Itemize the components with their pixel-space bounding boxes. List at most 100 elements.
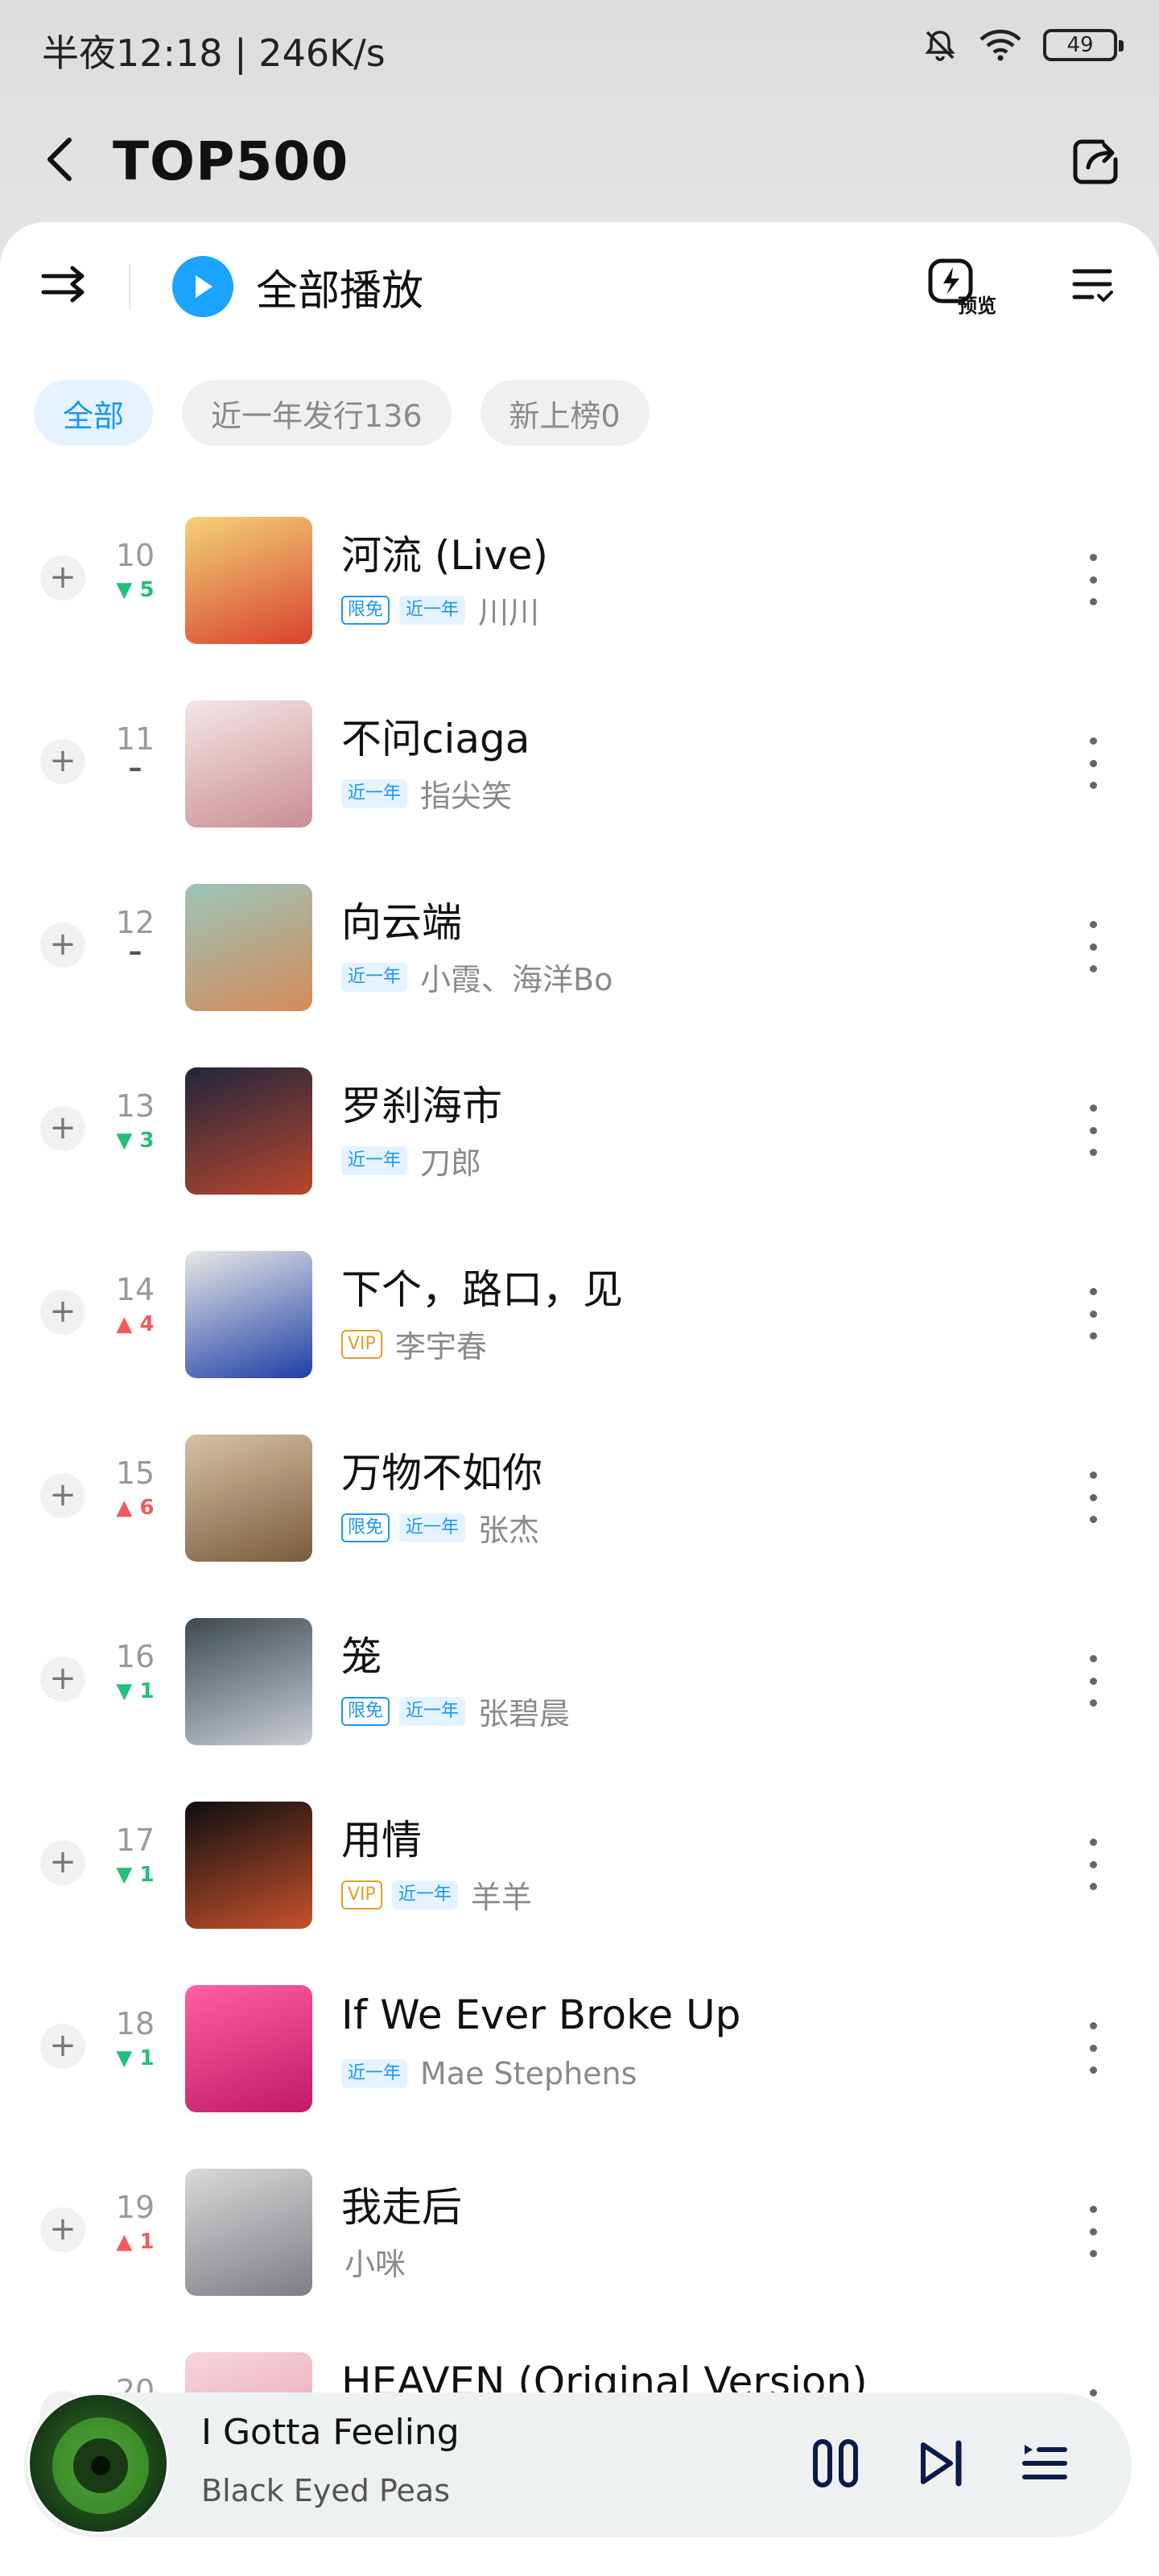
- rank-trend: –: [128, 935, 142, 968]
- add-to-playlist-button[interactable]: +: [40, 1473, 85, 1518]
- page-title: TOP500: [113, 130, 349, 192]
- more-dot: [1089, 737, 1097, 745]
- album-cover[interactable]: [185, 700, 312, 828]
- now-playing-cover[interactable]: [27, 2392, 169, 2534]
- artist-name: Mae Stephens: [420, 2056, 637, 2091]
- more-vertical-icon[interactable]: [1083, 1288, 1103, 1340]
- album-cover[interactable]: [185, 1802, 312, 1929]
- song-list-panel: 全部播放 预览 全部 近一年发行136 新上榜0 +10 ▼ 5 河流 (Live)…: [0, 222, 1159, 2576]
- playlist-button[interactable]: [1011, 2431, 1079, 2499]
- rank-number: 19: [115, 2190, 155, 2225]
- rank-number: 16: [115, 1639, 155, 1674]
- rank-trend: ▲ 6: [116, 1496, 155, 1520]
- more-vertical-icon[interactable]: [1083, 737, 1103, 789]
- album-cover[interactable]: [185, 517, 312, 644]
- sort-icon: [1071, 265, 1115, 308]
- rank-number: 13: [115, 1088, 155, 1124]
- song-row[interactable]: +13 ▼ 3 罗刹海市近一年 刀郎: [0, 1038, 1159, 1222]
- add-to-playlist-button[interactable]: +: [40, 2207, 85, 2252]
- song-row[interactable]: +16 ▼ 1 笼限免 近一年 张碧晨: [0, 1589, 1159, 1773]
- title-bar: TOP500: [0, 113, 1159, 209]
- album-cover[interactable]: [185, 884, 312, 1011]
- mute-bell-icon: [922, 27, 958, 63]
- more-vertical-icon[interactable]: [1083, 1104, 1103, 1156]
- song-tag: 近一年: [341, 2059, 408, 2088]
- rank-trend: ▼ 3: [116, 1129, 155, 1153]
- song-row[interactable]: +11– 不问ciaga 近一年 指尖笑: [0, 671, 1159, 855]
- filter-chip-recent-year[interactable]: 近一年发行136: [182, 380, 452, 446]
- more-vertical-icon[interactable]: [1083, 921, 1103, 972]
- add-to-playlist-button[interactable]: +: [40, 555, 85, 601]
- more-dot: [1089, 1472, 1097, 1479]
- sort-button[interactable]: [1064, 261, 1122, 312]
- song-meta: 近一年 刀郎: [341, 1138, 481, 1183]
- song-title: 河流 (Live): [341, 532, 549, 579]
- album-cover[interactable]: [185, 2169, 312, 2296]
- add-to-playlist-button[interactable]: +: [40, 1840, 85, 1885]
- album-cover[interactable]: [185, 1435, 312, 1562]
- more-vertical-icon[interactable]: [1083, 1839, 1103, 1890]
- add-to-playlist-button[interactable]: +: [40, 739, 85, 784]
- song-tag: 近一年: [341, 778, 408, 808]
- more-dot: [1089, 1332, 1097, 1340]
- song-row[interactable]: +14 ▲ 4 下个，路口，见 VIP 李宇春: [0, 1222, 1159, 1406]
- add-to-playlist-button[interactable]: +: [40, 923, 85, 968]
- song-meta: 限免 近一年 张杰: [341, 1505, 539, 1550]
- album-cover[interactable]: [185, 1618, 312, 1745]
- add-to-playlist-button[interactable]: +: [40, 1290, 85, 1335]
- song-title: 罗刹海市: [341, 1083, 502, 1129]
- mini-player[interactable]: I Gotta Feeling Black Eyed Peas: [24, 2392, 1132, 2537]
- artist-name: 张杰: [478, 1513, 540, 1548]
- share-button[interactable]: [1066, 132, 1127, 193]
- next-track-button[interactable]: [908, 2431, 975, 2499]
- more-vertical-icon[interactable]: [1083, 2206, 1103, 2257]
- add-to-playlist-button[interactable]: +: [40, 1657, 85, 1702]
- rank-trend: –: [128, 752, 142, 784]
- pause-button[interactable]: [802, 2431, 869, 2499]
- song-title: 笼: [341, 1633, 382, 1680]
- more-vertical-icon[interactable]: [1083, 1472, 1103, 1523]
- more-dot: [1089, 2389, 1097, 2396]
- share-icon: [1070, 135, 1122, 190]
- more-dot: [1089, 576, 1097, 584]
- artist-name: 小霞、海洋Bo: [420, 962, 613, 997]
- album-cover[interactable]: [185, 1067, 312, 1195]
- song-meta: 限免 近一年 川川: [341, 588, 539, 632]
- album-cover[interactable]: [185, 1985, 312, 2112]
- song-row[interactable]: +19 ▲ 1 我走后 小咪: [0, 2140, 1159, 2323]
- toolbar-divider: [129, 264, 130, 309]
- song-row[interactable]: +15 ▲ 6 万物不如你 限免 近一年 张杰: [0, 1406, 1159, 1589]
- add-to-playlist-button[interactable]: +: [40, 2024, 85, 2069]
- song-meta: 近一年 指尖笑: [341, 771, 512, 815]
- more-dot: [1089, 965, 1097, 972]
- album-cover[interactable]: [185, 1251, 312, 1378]
- rank-number: 14: [115, 1272, 155, 1307]
- song-row[interactable]: +10 ▼ 5 河流 (Live) 限免 近一年 川川: [0, 488, 1159, 671]
- artist-name: 张碧晨: [478, 1696, 571, 1732]
- song-row[interactable]: +17 ▼ 1 用情 VIP 近一年 羊羊: [0, 1773, 1159, 1956]
- more-dot: [1089, 1104, 1097, 1112]
- more-vertical-icon[interactable]: [1083, 1655, 1103, 1707]
- song-tag: 近一年: [399, 595, 466, 625]
- more-vertical-icon[interactable]: [1083, 554, 1103, 605]
- play-icon: [172, 256, 233, 317]
- song-tag: VIP: [341, 1329, 382, 1359]
- play-all-button[interactable]: 全部播放: [172, 256, 423, 317]
- song-row[interactable]: +12– 向云端 近一年 小霞、海洋Bo: [0, 855, 1159, 1038]
- preview-button[interactable]: 预览: [926, 256, 1003, 317]
- artist-name: 川川: [478, 595, 540, 630]
- add-to-playlist-button[interactable]: +: [40, 1106, 85, 1151]
- filter-chip-new-entries[interactable]: 新上榜0: [480, 380, 650, 446]
- song-row[interactable]: +18 ▼ 1 If We Ever Broke Up 近一年 Mae Stephens: [0, 1956, 1159, 2140]
- more-dot: [1089, 782, 1097, 789]
- more-vertical-icon[interactable]: [1083, 2022, 1103, 2074]
- rank-number: 17: [115, 1823, 155, 1858]
- play-mode-button[interactable]: [35, 259, 93, 311]
- shuffle-icon: [40, 263, 89, 307]
- filter-chip-all[interactable]: 全部: [34, 380, 154, 446]
- back-button[interactable]: [34, 132, 85, 190]
- battery-level: 49: [1066, 33, 1094, 57]
- playlist-icon: [1020, 2438, 1070, 2491]
- rank-trend: ▲ 4: [116, 1312, 155, 1336]
- song-meta: 近一年 Mae Stephens: [341, 2056, 637, 2091]
